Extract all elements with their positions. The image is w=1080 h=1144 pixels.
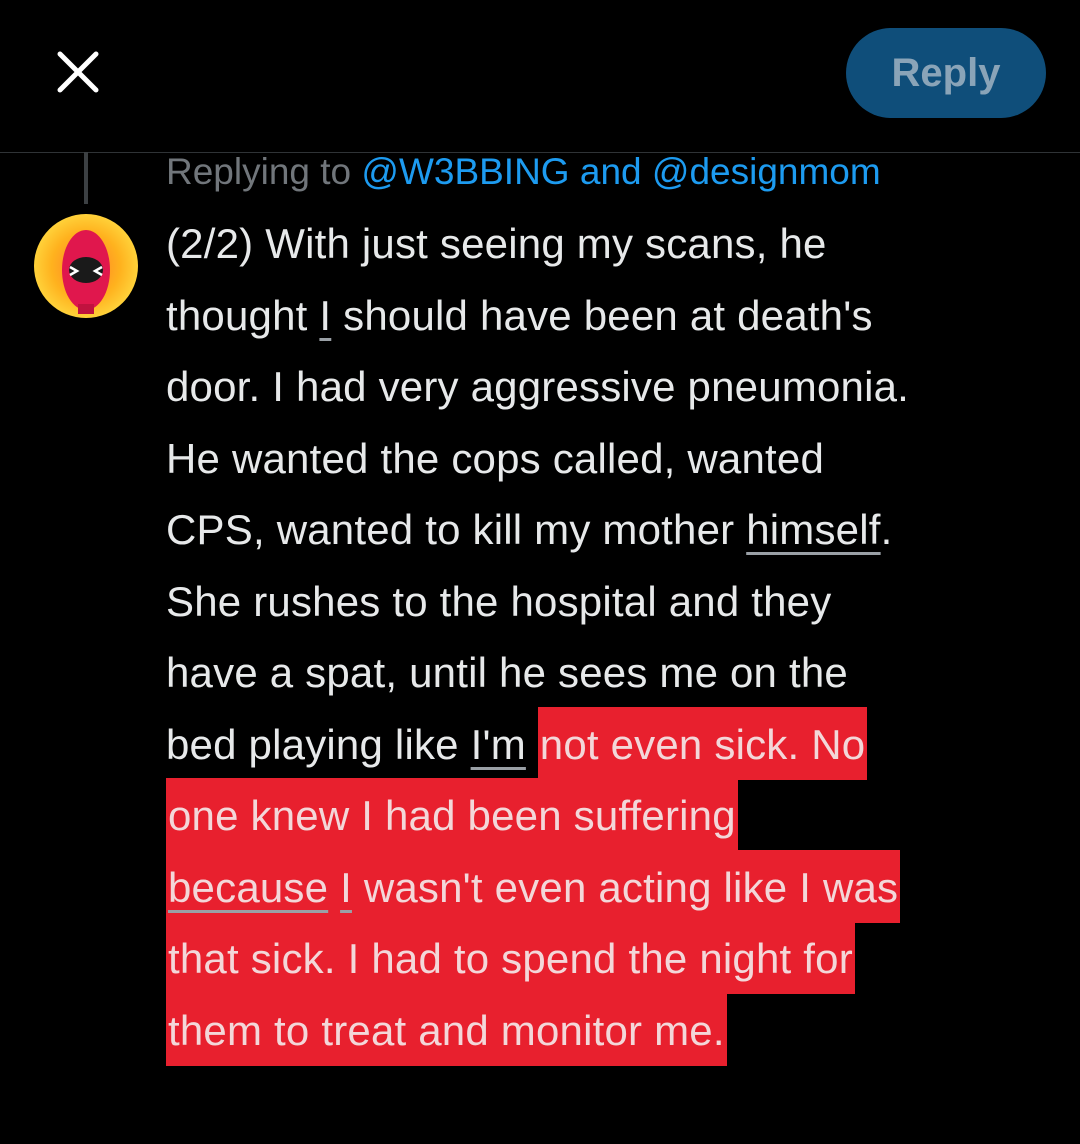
top-bar: Reply <box>0 0 1080 153</box>
replying-to-line: Replying to @W3BBING and @designmom <box>166 150 881 194</box>
tweet-text-segment: He wanted the cops called, wanted <box>166 434 825 482</box>
close-button[interactable] <box>50 44 106 100</box>
tweet-text-segment: door. I had very aggressive pneumonia. <box>166 363 910 410</box>
mention-link-w3bbing[interactable]: @W3BBING <box>361 151 569 192</box>
tweet-text-segment: . <box>880 506 893 553</box>
tweet-line: one knew I had been suffering <box>166 778 1066 852</box>
mention-link-designmom[interactable]: @designmom <box>652 151 881 192</box>
tweet-line: She rushes to the hospital and they <box>166 566 1066 638</box>
tweet-text: (2/2) With just seeing my scans, he thou… <box>166 208 1066 1066</box>
tweet-line: that sick. I had to spend the night for <box>166 921 1066 995</box>
tweet-text-segment: thought <box>166 291 320 339</box>
tweet-line: them to treat and monitor me. <box>166 992 1066 1067</box>
reply-button[interactable]: Reply <box>846 28 1046 118</box>
underlined-word: I <box>340 863 352 911</box>
tweet-text-segment: (2/2) With just seeing my scans, he <box>166 220 827 267</box>
tweet-line: because I wasn't even acting like I was <box>166 849 1066 924</box>
underlined-word: because <box>168 863 329 911</box>
tweet-line: He wanted the cops called, wanted <box>166 423 1066 495</box>
tweet-line: have a spat, until he sees me on the <box>166 637 1066 709</box>
replying-prefix: Replying to <box>166 151 352 192</box>
tweet-line: CPS, wanted to kill my mother himself. <box>166 494 1066 566</box>
deadpool-avatar-icon <box>34 214 138 318</box>
tweet-text-segment <box>328 864 340 911</box>
tweet-line: bed playing like I'm not even sick. No <box>166 706 1066 781</box>
tweet-text-segment <box>526 721 538 768</box>
avatar[interactable] <box>34 214 138 318</box>
highlighted-text: because I wasn't even acting like I was <box>166 849 901 923</box>
replying-conjunction: and <box>579 151 642 192</box>
tweet-line: thought I should have been at death's <box>166 280 1066 352</box>
tweet-text-segment: wasn't even acting like I was <box>351 863 899 911</box>
tweet-text-segment: bed playing like <box>166 720 471 768</box>
thread-connector-line <box>84 152 88 204</box>
tweet-text-segment: should have been at death's <box>331 291 873 339</box>
tweet-text-segment: She rushes to the hospital and they <box>166 577 832 625</box>
highlighted-text: that sick. I had to spend the night for <box>166 921 855 994</box>
tweet-line: door. I had very aggressive pneumonia. <box>166 351 1066 423</box>
close-icon <box>57 51 99 93</box>
tweet-text-segment: CPS, wanted to kill my mother <box>166 506 747 553</box>
underlined-word: I <box>319 291 332 339</box>
tweet-line: (2/2) With just seeing my scans, he <box>166 208 1066 280</box>
underlined-word: I'm <box>470 720 526 768</box>
highlighted-text: not even sick. No <box>537 706 868 780</box>
highlighted-text: one knew I had been suffering <box>166 778 738 851</box>
highlighted-text: them to treat and monitor me. <box>166 992 727 1066</box>
tweet-text-segment: have a spat, until he sees me on the <box>166 649 848 696</box>
underlined-word: himself <box>746 506 881 553</box>
